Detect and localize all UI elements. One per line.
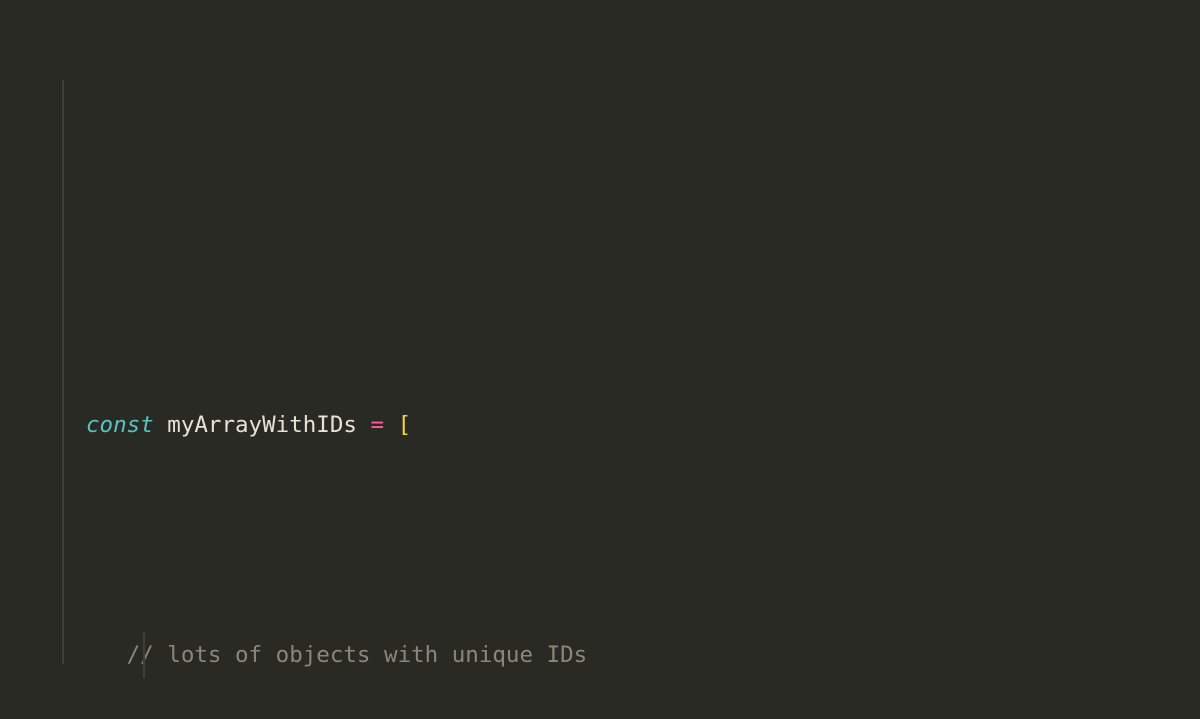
code-line: const myArrayWithIDs = [ <box>86 402 1200 448</box>
code-block: const myArrayWithIDs = [ // lots of obje… <box>62 218 1200 719</box>
identifier: myArrayWithIDs <box>167 412 357 438</box>
bracket-open: [ <box>398 412 412 438</box>
operator-assign: = <box>370 412 384 438</box>
code-line: // lots of objects with unique IDs <box>86 632 1200 678</box>
code-editor: const myArrayWithIDs = [ // lots of obje… <box>0 0 1200 719</box>
keyword-const: const <box>86 412 154 438</box>
indent-guide <box>143 632 145 678</box>
comment: // lots of objects with unique IDs <box>127 642 588 668</box>
